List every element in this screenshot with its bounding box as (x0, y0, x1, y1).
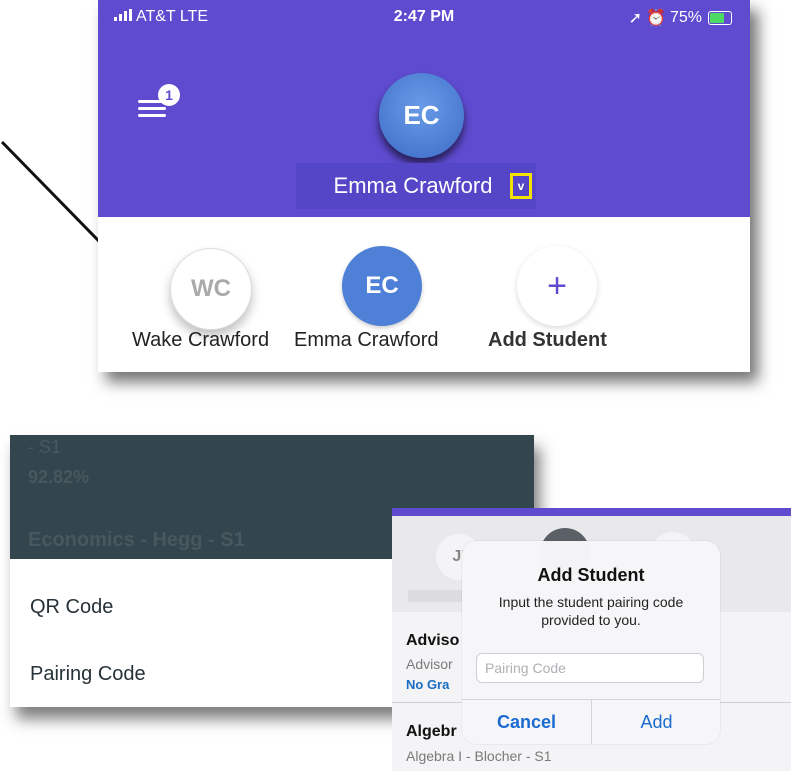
student-avatar-wake[interactable]: WC (170, 248, 252, 330)
student-label-emma[interactable]: Emma Crawford (294, 329, 438, 352)
add-student-plus-icon[interactable]: + (517, 246, 597, 326)
add-student-label[interactable]: Add Student (488, 329, 607, 352)
dimmed-grade: 92.82% (28, 467, 90, 487)
pairing-code-option[interactable]: Pairing Code (30, 663, 146, 686)
header-strip (392, 508, 791, 516)
battery-percent: 75% (669, 9, 702, 26)
course-subtitle: Advisor (406, 656, 453, 672)
dimmed-course: Economics - Hegg - S1 (28, 529, 245, 551)
student-avatar-emma[interactable]: EC (342, 246, 422, 326)
current-student-name[interactable]: Emma Crawford (296, 163, 536, 209)
battery-icon (708, 11, 732, 25)
alarm-icon: ⏰ (646, 10, 666, 27)
qr-code-option[interactable]: QR Code (30, 596, 113, 619)
course-title: Algebr (406, 723, 457, 740)
dialog-title: Add Student (537, 565, 645, 585)
app-header: AT&T LTE 2:47 PM ➚ ⏰ 75% 1 EC Emma Crawf… (98, 0, 750, 217)
dialog-message: Input the student pairing code provided … (498, 594, 684, 628)
course-title: Adviso (406, 632, 460, 649)
course-grade: No Gra (406, 677, 450, 692)
add-student-dialog-panel: JI Adviso Advisor No Gra Algebr Algebra … (392, 508, 791, 771)
status-right: ➚ ⏰ 75% (629, 8, 732, 28)
location-icon: ➚ (628, 10, 643, 27)
course-subtitle: Algebra I - Blocher - S1 (406, 748, 552, 764)
student-label-wake[interactable]: Wake Crawford (132, 329, 269, 352)
add-student-alert: Add Student Input the student pairing co… (462, 541, 720, 744)
pairing-code-input[interactable] (476, 653, 704, 683)
notification-badge: 1 (158, 84, 180, 106)
chevron-down-icon[interactable]: v (510, 173, 532, 199)
cancel-button[interactable]: Cancel (462, 700, 591, 744)
dimmed-term: - S1 (28, 437, 62, 457)
current-student-avatar[interactable]: EC (379, 73, 464, 158)
add-button[interactable]: Add (592, 700, 721, 744)
student-switcher-panel: AT&T LTE 2:47 PM ➚ ⏰ 75% 1 EC Emma Crawf… (98, 0, 750, 372)
